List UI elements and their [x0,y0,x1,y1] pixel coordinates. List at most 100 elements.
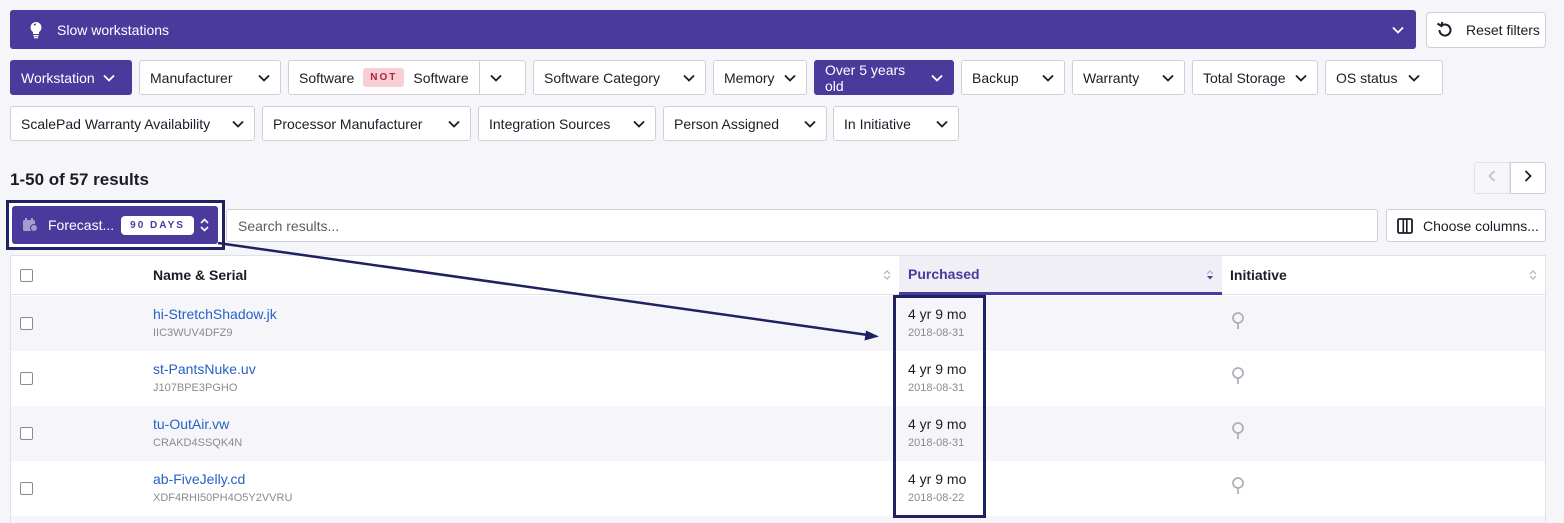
next-page-button[interactable] [1510,162,1546,194]
results-count: 1-50 of 57 results [10,170,149,189]
chevron-down-icon [931,72,943,84]
chevron-down-icon [784,72,796,84]
annotation-highlight-frame [893,295,986,518]
chevron-down-icon [448,118,460,130]
filter-label: Memory [724,69,775,86]
filter-processor-manufacturer[interactable]: Processor Manufacturer [262,106,471,141]
filter-software-category[interactable]: Software Category [533,60,706,95]
chevron-down-icon [489,72,502,84]
column-label: Initiative [1230,267,1287,283]
filter-label: Software [299,69,355,86]
device-name-link[interactable]: st-PantsNuke.uv [153,361,256,377]
table-row: tu-OutAir.vw CRAKD4SSQK4N 4 yr 9 mo 2018… [11,406,1545,461]
filter-memory[interactable]: Memory [713,60,807,95]
chevron-down-icon [1042,72,1054,84]
reset-filters-label: Reset filters [1466,22,1540,38]
columns-icon [1397,217,1413,234]
sort-icon [1529,270,1537,280]
add-to-initiative-icon[interactable] [1231,312,1245,330]
add-to-initiative-icon[interactable] [1231,422,1245,440]
filter-label: Integration Sources [489,115,611,132]
filter-warranty[interactable]: Warranty [1072,60,1185,95]
forecast-label: Forecast... [48,217,115,233]
filter-os-status[interactable]: OS status [1325,60,1443,95]
chevron-down-icon [804,118,816,130]
table-row: hi-StretchShadow.jk IIC3WUV4DFZ9 4 yr 9 … [11,296,1545,351]
filter-label: Processor Manufacturer [273,115,423,132]
chevron-down-icon [1162,72,1174,84]
chevron-down-icon [936,118,948,130]
filter-label: ScalePad Warranty Availability [21,115,211,132]
filter-workstation[interactable]: Workstation [10,60,132,95]
sort-icon [883,270,891,280]
not-badge[interactable]: NOT [363,68,405,87]
lightbulb-icon [29,21,47,39]
select-all-cell [20,256,40,294]
reset-filters-button[interactable]: Reset filters [1426,12,1546,48]
search-input[interactable] [226,209,1378,242]
row-checkbox[interactable] [20,317,33,330]
filter-label: Software Category [544,69,660,86]
filter-label: Person Assigned [674,115,780,132]
row-checkbox[interactable] [20,427,33,440]
divider [478,61,480,94]
sort-descending-icon [1206,270,1214,280]
filter-total-storage[interactable]: Total Storage [1192,60,1318,95]
select-all-checkbox[interactable] [20,268,33,282]
table-header: Name & Serial Purchased Initiative [11,256,1545,295]
chevron-down-icon [1295,72,1307,84]
column-header-name[interactable]: Name & Serial [153,256,899,294]
chevron-left-icon [1488,169,1496,187]
filter-backup[interactable]: Backup [961,60,1065,95]
chevron-down-icon [258,72,270,84]
column-label: Name & Serial [153,267,248,283]
add-to-initiative-icon[interactable] [1231,477,1245,495]
row-checkbox[interactable] [20,372,33,385]
reset-icon [1435,19,1457,41]
table-row: ab-FiveJelly.cd XDF4RHI50PH4O5Y2VVRU 4 y… [11,461,1545,516]
filter-label: Workstation [21,69,95,86]
choose-columns-button[interactable]: Choose columns... [1386,209,1546,242]
chevron-down-icon [1392,23,1406,37]
filter-software[interactable]: Software NOT Software [288,60,526,95]
previous-page-button[interactable] [1474,162,1510,194]
device-name-link[interactable]: hi-StretchShadow.jk [153,306,277,322]
table-row: st-PantsNuke.uv J107BPE3PGHO 4 yr 9 mo 2… [11,351,1545,406]
chevron-down-icon [103,72,115,84]
choose-columns-label: Choose columns... [1423,217,1539,234]
device-serial: J107BPE3PGHO [153,382,238,394]
device-serial: IIC3WUV4DFZ9 [153,327,233,339]
device-serial: XDF4RHI50PH4O5Y2VVRU [153,492,293,504]
results-table: Name & Serial Purchased Initiative hi-St… [10,255,1546,523]
forecast-days-badge: 90 DAYS [121,215,194,235]
chevron-down-icon [1408,72,1420,84]
device-name-link[interactable]: tu-OutAir.vw [153,416,229,432]
chevron-right-icon [1524,169,1532,187]
column-header-purchased[interactable]: Purchased [899,256,1222,295]
filter-over-5-years-old[interactable]: Over 5 years old [814,60,954,95]
filter-label: In Initiative [844,115,911,132]
filter-label: Warranty [1083,69,1140,86]
filter-value: Software [413,69,469,86]
filter-label: Total Storage [1203,69,1286,86]
row-checkbox[interactable] [20,482,33,495]
column-label: Purchased [908,266,980,282]
filter-manufacturer[interactable]: Manufacturer [139,60,281,95]
calendar-icon [22,217,38,233]
filter-scalepad-warranty-availability[interactable]: ScalePad Warranty Availability [10,106,255,141]
forecast-button[interactable]: Forecast... 90 DAYS [12,206,218,244]
table-row [11,516,1545,523]
filter-integration-sources[interactable]: Integration Sources [478,106,656,141]
up-down-chevron-icon [200,217,210,233]
filter-label: OS status [1336,69,1398,86]
add-to-initiative-icon[interactable] [1231,367,1245,385]
chevron-down-icon [633,118,645,130]
column-header-initiative[interactable]: Initiative [1222,256,1545,294]
device-serial: CRAKD4SSQK4N [153,437,243,449]
filter-label: Backup [972,69,1019,86]
chevron-down-icon [232,118,244,130]
filter-person-assigned[interactable]: Person Assigned [663,106,827,141]
initiative-selector[interactable]: Slow workstations [10,10,1416,49]
filter-in-initiative[interactable]: In Initiative [833,106,959,141]
device-name-link[interactable]: ab-FiveJelly.cd [153,471,245,487]
